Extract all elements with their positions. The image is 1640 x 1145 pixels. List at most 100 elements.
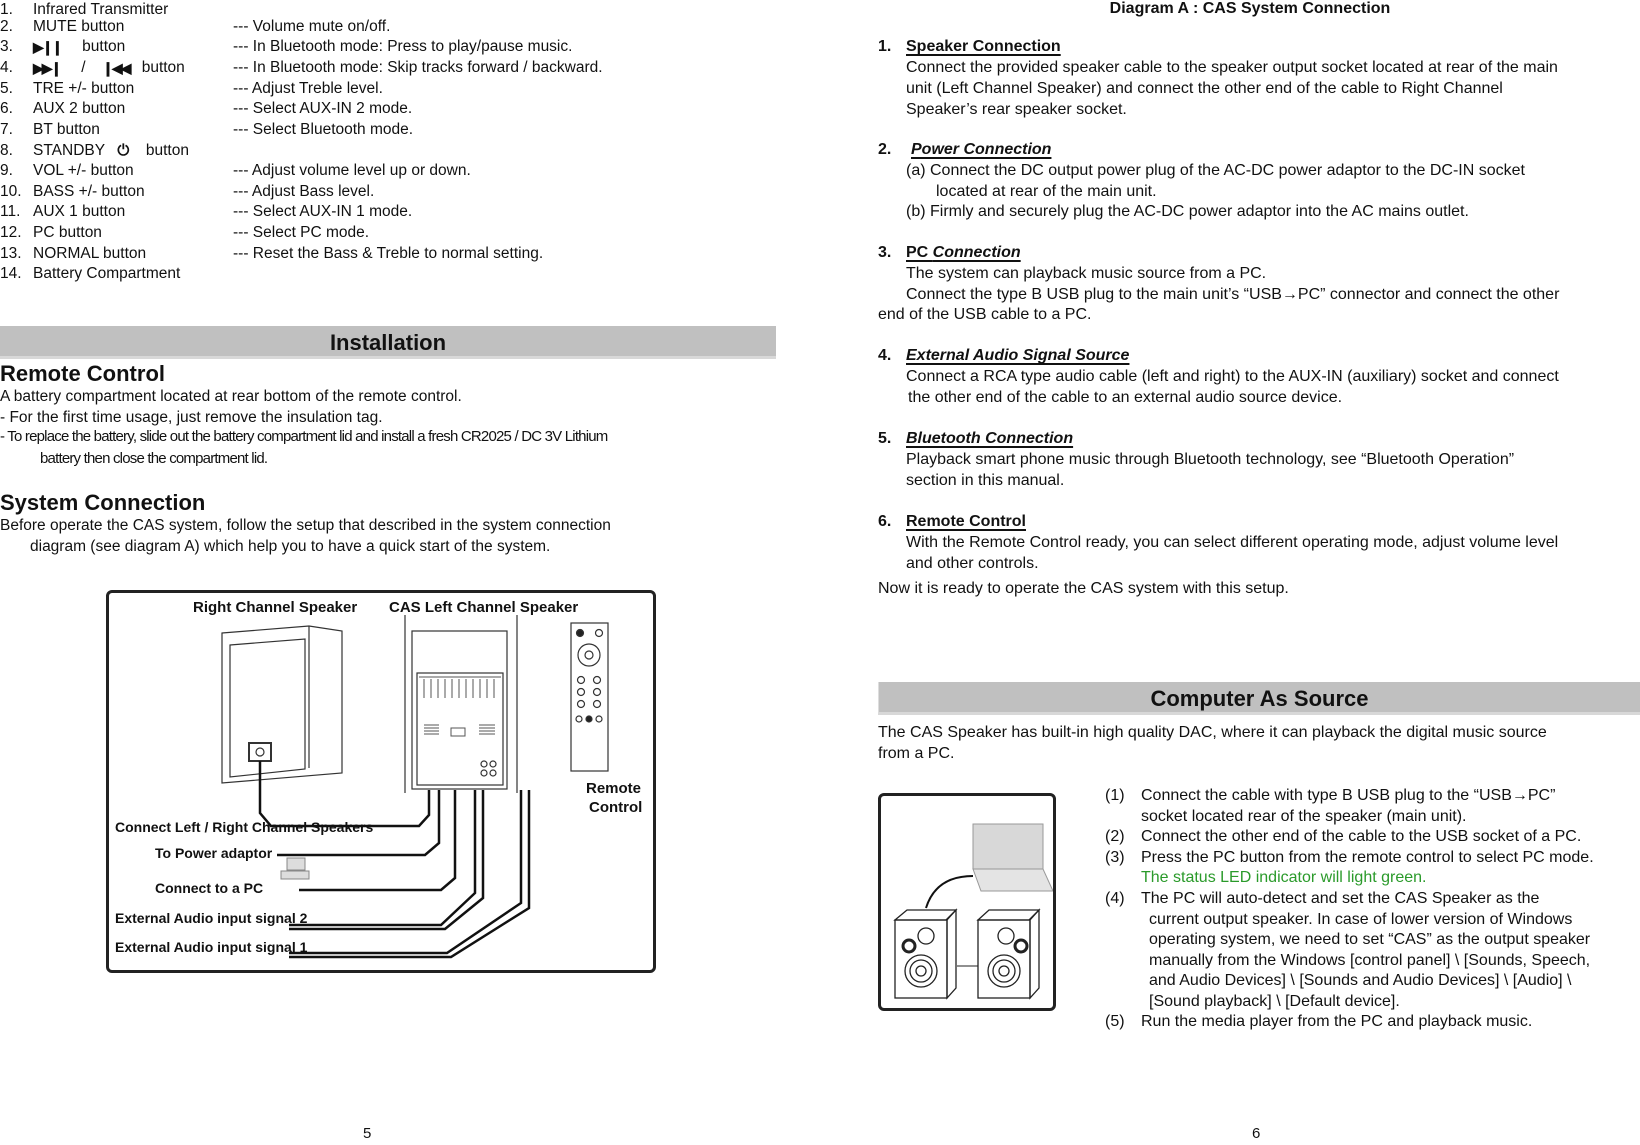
laptop-illustration [972,823,1054,892]
step-text: Connect the other end of the cable to th… [1141,828,1582,845]
diagram-a-title: Diagram A : CAS System Connection [1109,0,1391,17]
feature-desc: --- Adjust Bass level. [233,183,375,200]
item-text: Playback smart phone music through Bluet… [906,451,1515,468]
item-text: The system can playback music source fro… [906,265,1267,282]
feature-num: 4. [0,59,13,76]
laptop-illustration [280,857,310,880]
feature-num: 7. [0,121,13,138]
item-num: 5. [878,430,892,447]
feature-desc: --- Adjust volume level up or down. [233,162,471,179]
item-text: section in this manual. [906,472,1065,489]
power-icon: ⏻ [117,142,130,159]
item-label-italic: Connection [932,244,1021,261]
feature-label-suffix: button [145,142,189,159]
item-label: PC Connection [906,244,1021,262]
feature-label: MUTE button [33,18,125,35]
system-connection-text: Before operate the CAS system, follow th… [0,517,611,534]
feature-desc: --- Select Bluetooth mode. [233,121,414,138]
play-pause-icon: ▶❙❙ [33,39,63,55]
page-number: 6 [1252,1125,1261,1142]
skip-forward-icon: ▶▶❙ [33,60,62,76]
cas-intro: The CAS Speaker has built-in high qualit… [878,724,1547,741]
item-num: 6. [878,513,892,530]
step-text: manually from the Windows [control panel… [1149,952,1591,969]
step-text: Press the PC button from the remote cont… [1141,849,1594,866]
feature-num: 6. [0,100,13,117]
skip-backward-icon: ❙◀◀ [102,60,131,76]
feature-num: 13. [0,245,22,262]
speaker-left-illustration [893,908,958,1000]
feature-num: 10. [0,183,22,200]
step-text: socket located rear of the speaker (main… [1141,808,1467,825]
left-speaker-illustration [404,615,518,793]
feature-label: PC button [33,224,102,241]
feature-label: AUX 2 button [33,100,126,117]
feature-label: STANDBY ⏻ button [33,141,189,161]
system-connection-diagram: Right Channel Speaker CAS Left Channel S… [106,590,656,973]
feature-label: BASS +/- button [33,183,145,200]
feature-label-text: button [141,59,185,76]
item-text: With the Remote Control ready, you can s… [906,534,1559,551]
page-number: 5 [363,1125,372,1142]
step-num: (2) [1105,828,1125,845]
feature-label: AUX 1 button [33,203,126,220]
item-text: end of the USB cable to a PC. [878,306,1092,323]
item-text: the other end of the cable to an externa… [908,389,1343,406]
item-text: and other controls. [906,555,1039,572]
feature-label: NORMAL button [33,245,147,262]
item-label-plain: PC [906,244,933,261]
feature-num: 5. [0,80,13,97]
feature-num: 3. [0,38,13,55]
step-num: (5) [1105,1013,1125,1030]
remote-control-text: - To replace the battery, slide out the … [0,428,608,445]
item-text: (b) Firmly and securely plug the AC-DC p… [906,203,1469,220]
status-led-note: The status LED indicator will light gree… [1141,869,1427,886]
item-num: 1. [878,38,892,55]
feature-desc: --- Select AUX-IN 1 mode. [233,203,413,220]
feature-desc: --- Select AUX-IN 2 mode. [233,100,413,117]
feature-num: 2. [0,18,13,35]
remote-control-text: - For the first time usage, just remove … [0,409,383,426]
item-label: Speaker Connection [906,38,1061,55]
step-text: operating system, we need to set “CAS” a… [1149,931,1591,948]
feature-label: ▶❙❙ button [33,37,125,57]
item-label: Remote Control [906,513,1026,530]
feature-desc: --- In Bluetooth mode: Skip tracks forwa… [233,59,603,76]
step-num: (3) [1105,849,1125,866]
item-text: Connect the provided speaker cable to th… [906,59,1558,76]
remote-control-text: battery then close the compartment lid. [40,450,268,467]
item-text: Connect a RCA type audio cable (left and… [906,368,1559,385]
step-num: (4) [1105,890,1125,907]
item-text: Speaker’s rear speaker socket. [906,101,1127,118]
feature-label-text: STANDBY [33,142,106,159]
feature-num: 14. [0,265,22,282]
system-connection-text: diagram (see diagram A) which help you t… [30,538,551,555]
feature-num: 9. [0,162,13,179]
step-text: current output speaker. In case of lower… [1149,911,1573,928]
right-speaker-illustration [221,625,343,784]
system-connection-heading: System Connection [0,490,206,515]
page-6: Diagram A : CAS System Connection 1. Spea… [860,0,1640,1145]
item-label: External Audio Signal Source [906,347,1130,364]
feature-label: VOL +/- button [33,162,134,179]
feature-label: TRE +/- button [33,80,135,97]
step-text: and Audio Devices] \ [Sounds and Audio D… [1149,972,1572,989]
feature-desc: --- Reset the Bass & Treble to normal se… [233,245,544,262]
item-text: located at rear of the main unit. [936,183,1157,200]
usb-cable [925,875,974,909]
feature-label-text: button [82,38,126,55]
feature-desc: --- Select PC mode. [233,224,370,241]
item-text: unit (Left Channel Speaker) and connect … [906,80,1503,97]
item-num: 2. [878,141,892,158]
ready-text: Now it is ready to operate the CAS syste… [878,580,1289,597]
remote-control-text: A battery compartment located at rear bo… [0,388,462,405]
installation-section-bar: Installation [0,326,776,359]
feature-desc: --- Adjust Treble level. [233,80,383,97]
step-num: (1) [1105,787,1125,804]
feature-num: 12. [0,224,22,241]
connection-illustration [221,615,609,959]
feature-desc: --- In Bluetooth mode: Press to play/pau… [233,38,573,55]
slash: / [81,59,86,76]
feature-num: 11. [0,203,21,220]
step-text: The PC will auto-detect and set the CAS … [1141,890,1540,907]
